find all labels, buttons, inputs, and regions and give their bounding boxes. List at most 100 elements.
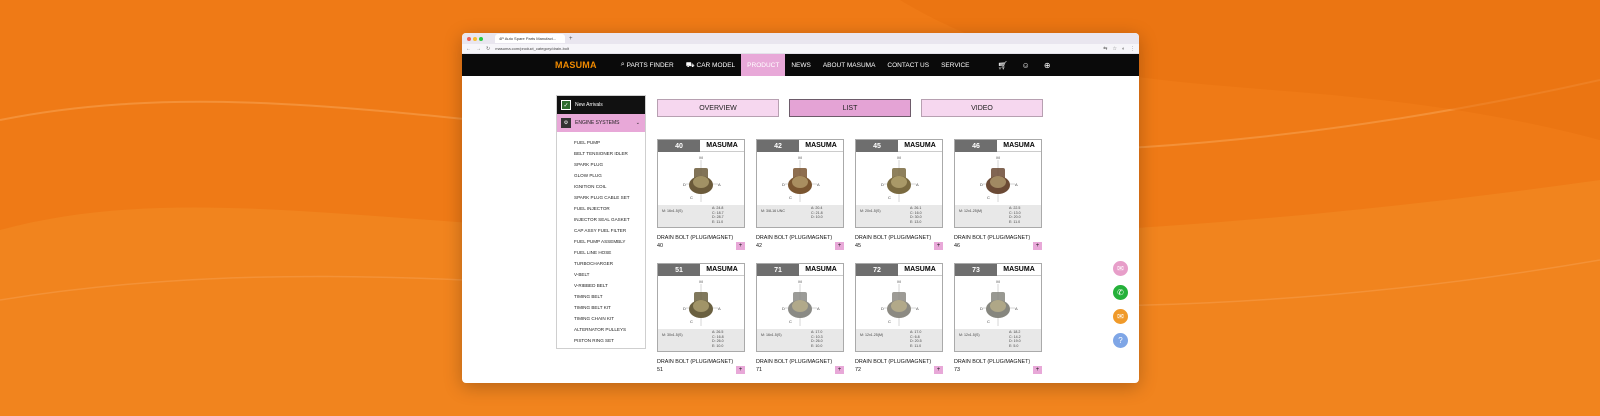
svg-text:A: A — [817, 182, 820, 187]
sidebar-item[interactable]: TIMING BELT KIT — [557, 302, 645, 313]
sidebar-item[interactable]: CAP ASSY FUEL FILTER — [557, 225, 645, 236]
whatsapp-icon[interactable]: ✆ — [1112, 284, 1129, 301]
product-name[interactable]: DRAIN BOLT (PLUG/MAGNET) — [954, 235, 1042, 241]
sidebar-item[interactable]: SPARK PLUG — [557, 159, 645, 170]
tab-overview[interactable]: OVERVIEW — [657, 99, 779, 117]
cart-icon[interactable]: 🛒︎ — [998, 61, 1008, 70]
nav-label: CAR MODEL — [696, 61, 736, 69]
profile-icon[interactable]: ◐ — [1122, 46, 1125, 52]
product-card[interactable]: 40 MASUMA M D A C M: 16x1.5(S) A: 24.8 C:… — [657, 139, 745, 250]
spec-value: A: 17.0 — [910, 330, 922, 334]
add-product-button[interactable]: + — [934, 242, 943, 250]
sidebar-item[interactable]: FUEL INJECTOR — [557, 203, 645, 214]
bookmark-icon[interactable]: ☆ — [1112, 46, 1116, 52]
spec-thread: M: 12x1.25(M) — [959, 209, 983, 213]
nav-contact[interactable]: CONTACT US — [881, 54, 935, 76]
product-name[interactable]: DRAIN BOLT (PLUG/MAGNET) — [954, 359, 1042, 365]
product-specs: M: 20x1.5(S) A: 26.1 C: 16.0 D: 30.0 E: 13.… — [856, 205, 942, 227]
product-image[interactable]: 51 MASUMA M D A C M: 30x1.5(S) A: 26.5 C:… — [657, 263, 745, 352]
product-image[interactable]: 73 MASUMA M D A C M: 12x1.5(S) A: 18.2 C:… — [954, 263, 1042, 352]
sidebar-item[interactable]: V-RIBBED BELT — [557, 280, 645, 291]
add-product-button[interactable]: + — [1033, 366, 1042, 374]
product-image[interactable]: 71 MASUMA M D A C M: 16x1.5(S) A: 17.0 C:… — [756, 263, 844, 352]
sidebar-item[interactable]: FUEL PUMP ASSEMBLY — [557, 236, 645, 247]
globe-icon[interactable]: ⊕ — [1044, 61, 1051, 70]
product-name[interactable]: DRAIN BOLT (PLUG/MAGNET) — [855, 235, 943, 241]
nav-product[interactable]: PRODUCT — [741, 54, 786, 76]
product-card[interactable]: 72 MASUMA M D A C M: 12x1.25(M) A: 17.0 C… — [855, 263, 943, 374]
drain-bolt-icon: M D A C — [881, 279, 919, 326]
product-image[interactable]: 40 MASUMA M D A C M: 16x1.5(S) A: 24.8 C:… — [657, 139, 745, 228]
add-product-button[interactable]: + — [835, 242, 844, 250]
sidebar-item[interactable]: TIMING BELT — [557, 291, 645, 302]
add-product-button[interactable]: + — [1033, 242, 1042, 250]
back-icon[interactable]: ← — [466, 46, 471, 52]
support-icon[interactable]: ? — [1112, 332, 1129, 349]
nav-car-model[interactable]: ⛟ CAR MODEL — [680, 54, 741, 76]
product-image[interactable]: 46 MASUMA M D A C M: 12x1.25(M) A: 22.5 C… — [954, 139, 1042, 228]
url-field[interactable]: masuma.com/product_category/drain-bolt — [495, 46, 1103, 51]
car-icon: ⛟ — [685, 61, 695, 69]
masuma-logo[interactable]: MASUMA — [555, 60, 597, 70]
product-image[interactable]: 72 MASUMA M D A C M: 12x1.25(M) A: 17.0 C… — [855, 263, 943, 352]
product-card[interactable]: 42 MASUMA M D A C M: 3/8-16 UNC A: 20.4 C… — [756, 139, 844, 250]
product-image[interactable]: 42 MASUMA M D A C M: 3/8-16 UNC A: 20.4 C… — [756, 139, 844, 228]
spec-thread: M: 30x1.5(S) — [662, 333, 683, 337]
translate-icon[interactable]: ⇆ — [1103, 46, 1107, 52]
sidebar-item[interactable]: GLOW PLUG — [557, 170, 645, 181]
product-name[interactable]: DRAIN BOLT (PLUG/MAGNET) — [756, 359, 844, 365]
sidebar-new-arrivals[interactable]: ✓ New Arrivals — [557, 96, 645, 114]
product-card[interactable]: 73 MASUMA M D A C M: 12x1.5(S) A: 18.2 C:… — [954, 263, 1042, 374]
browser-tab[interactable]: 4P Auto Spare Parts Manufact... — [495, 34, 565, 43]
nav-news[interactable]: NEWS — [785, 54, 817, 76]
product-card[interactable]: 51 MASUMA M D A C M: 30x1.5(S) A: 26.5 C:… — [657, 263, 745, 374]
sidebar-item[interactable]: IGNITION COIL — [557, 181, 645, 192]
spec-value: D: 10.0 — [811, 215, 823, 219]
spec-value: E: 13.0 — [910, 219, 922, 224]
sidebar-item[interactable]: BELT TENSIONER IDLER — [557, 148, 645, 159]
sidebar-item[interactable]: INJECTOR SEAL GASKET — [557, 214, 645, 225]
sidebar-item[interactable]: PISTON RING SET — [557, 335, 645, 346]
sidebar-item[interactable]: ALTERNATOR PULLEYS — [557, 324, 645, 335]
add-product-button[interactable]: + — [835, 366, 844, 374]
add-product-button[interactable]: + — [736, 366, 745, 374]
sidebar-item[interactable]: V-BELT — [557, 269, 645, 280]
product-number: 42 — [757, 140, 799, 152]
nav-parts-finder[interactable]: ⌕ PARTS FINDER — [615, 54, 680, 76]
product-name[interactable]: DRAIN BOLT (PLUG/MAGNET) — [756, 235, 844, 241]
forward-icon[interactable]: → — [476, 46, 481, 52]
nav-service[interactable]: SERVICE — [935, 54, 975, 76]
maximize-window-button[interactable] — [479, 36, 483, 41]
sidebar-item[interactable]: SPARK PLUG CABLE SET — [557, 192, 645, 203]
sidebar-item[interactable]: FUEL LINE HOSE — [557, 247, 645, 258]
product-card[interactable]: 46 MASUMA M D A C M: 12x1.25(M) A: 22.5 C… — [954, 139, 1042, 250]
product-card[interactable]: 45 MASUMA M D A C M: 20x1.5(S) A: 26.1 C:… — [855, 139, 943, 250]
add-product-button[interactable]: + — [934, 366, 943, 374]
spec-thread: M: 12x1.5(S) — [959, 333, 980, 337]
product-name[interactable]: DRAIN BOLT (PLUG/MAGNET) — [657, 235, 745, 241]
product-name[interactable]: DRAIN BOLT (PLUG/MAGNET) — [657, 359, 745, 365]
sidebar-item[interactable]: FUEL PUMP — [557, 137, 645, 148]
add-product-button[interactable]: + — [736, 242, 745, 250]
reload-icon[interactable]: ↻ — [486, 46, 490, 52]
new-tab-button[interactable]: + — [569, 36, 573, 42]
sidebar-category-engine[interactable]: ⚙ ENGINE SYSTEMS ⌄ — [557, 114, 645, 132]
product-number: 73 — [955, 264, 997, 276]
sidebar-item[interactable]: TURBOCHARGER — [557, 258, 645, 269]
tab-video[interactable]: VIDEO — [921, 99, 1043, 117]
nav-about[interactable]: ABOUT MASUMA — [817, 54, 882, 76]
minimize-window-button[interactable] — [473, 36, 477, 41]
close-window-button[interactable] — [467, 36, 471, 41]
menu-icon[interactable]: ⋮ — [1130, 46, 1135, 52]
chat-icon[interactable]: ✉ — [1112, 260, 1129, 277]
spec-value: E: 11.0 — [910, 343, 922, 348]
product-name[interactable]: DRAIN BOLT (PLUG/MAGNET) — [855, 359, 943, 365]
sidebar-item[interactable]: TIMING CHAIN KIT — [557, 313, 645, 324]
sidebar-item[interactable]: VALVE COVER GASKET — [557, 346, 645, 348]
tab-list[interactable]: LIST — [789, 99, 911, 117]
user-icon[interactable]: ☺ — [1022, 61, 1030, 70]
product-image[interactable]: 45 MASUMA M D A C M: 20x1.5(S) A: 26.1 C:… — [855, 139, 943, 228]
engine-icon: ⚙ — [561, 118, 571, 128]
email-icon[interactable]: ✉ — [1112, 308, 1129, 325]
product-card[interactable]: 71 MASUMA M D A C M: 16x1.5(S) A: 17.0 C:… — [756, 263, 844, 374]
